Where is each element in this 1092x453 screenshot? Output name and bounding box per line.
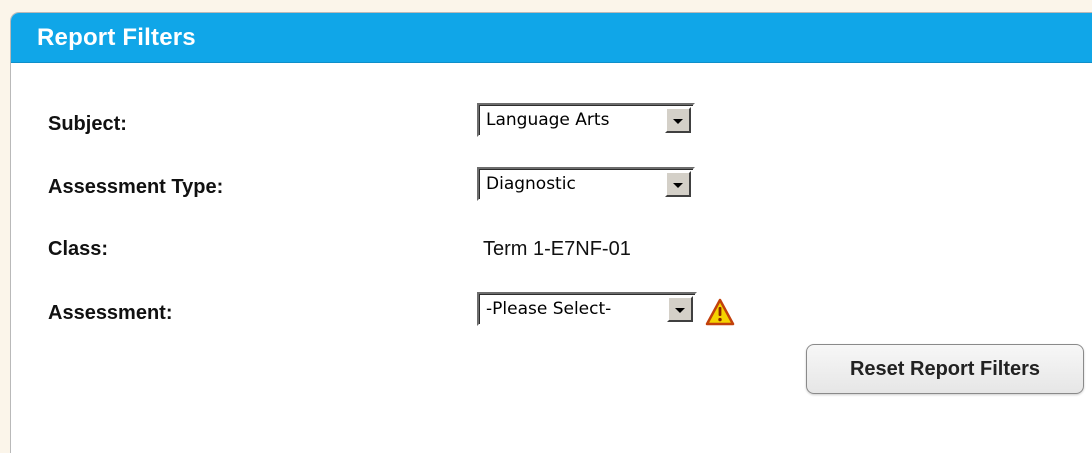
subject-label: Subject: bbox=[48, 113, 127, 135]
assessment-select-value: -Please Select- bbox=[486, 299, 612, 319]
reset-report-filters-button[interactable]: Reset Report Filters bbox=[806, 344, 1084, 394]
report-filters-panel: Report Filters Subject: Language Arts As… bbox=[10, 12, 1092, 453]
assessment-dropdown-button[interactable] bbox=[667, 296, 693, 322]
assessment-type-dropdown-button[interactable] bbox=[665, 171, 691, 197]
chevron-down-icon bbox=[673, 118, 683, 124]
panel-title: Report Filters bbox=[11, 13, 1092, 63]
class-label: Class: bbox=[48, 238, 109, 260]
class-value: Term 1-E7NF-01 bbox=[483, 238, 631, 260]
assessment-type-select-value: Diagnostic bbox=[486, 174, 576, 194]
warning-triangle-icon bbox=[705, 298, 735, 326]
subject-dropdown-button[interactable] bbox=[665, 107, 691, 133]
chevron-down-icon bbox=[673, 182, 683, 188]
subject-select-value: Language Arts bbox=[486, 110, 610, 130]
subject-select[interactable]: Language Arts bbox=[477, 103, 695, 137]
chevron-down-icon bbox=[675, 307, 685, 313]
assessment-select[interactable]: -Please Select- bbox=[477, 292, 697, 326]
assessment-type-select[interactable]: Diagnostic bbox=[477, 167, 695, 201]
assessment-label: Assessment: bbox=[48, 302, 173, 324]
assessment-type-label: Assessment Type: bbox=[48, 176, 224, 198]
